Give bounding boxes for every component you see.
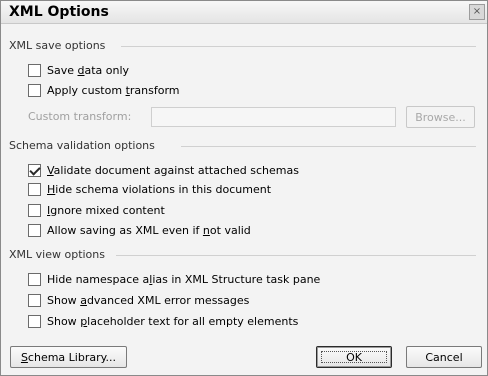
custom-transform-label: Custom transform: xyxy=(28,110,132,123)
checkbox-box[interactable] xyxy=(28,223,41,237)
validate-document-checkbox[interactable]: Validate document against attached schem… xyxy=(28,162,299,178)
view-options-header: XML view options xyxy=(9,248,111,262)
button-label: Schema Library... xyxy=(20,350,117,364)
checkbox-label: Show placeholder text for all empty elem… xyxy=(47,314,299,328)
dialog-title: XML Options xyxy=(9,4,109,20)
checkbox-box[interactable] xyxy=(28,63,41,77)
allow-saving-invalid-checkbox[interactable]: Allow saving as XML even if not valid xyxy=(28,222,251,238)
hide-schema-violations-checkbox[interactable]: Hide schema violations in this document xyxy=(28,181,271,197)
checkbox-box[interactable] xyxy=(28,83,41,97)
section-divider xyxy=(121,46,476,47)
ok-button[interactable]: OK xyxy=(316,346,392,368)
section-divider xyxy=(116,255,476,256)
schema-library-button[interactable]: Schema Library... xyxy=(10,346,127,368)
cancel-button[interactable]: Cancel xyxy=(406,346,482,368)
focus-rect xyxy=(321,351,387,363)
checkbox-label: Show advanced XML error messages xyxy=(47,293,250,307)
custom-transform-input[interactable] xyxy=(151,107,396,127)
title-bar[interactable]: XML Options × xyxy=(1,1,487,24)
save-options-header: XML save options xyxy=(9,39,112,53)
checkbox-box[interactable] xyxy=(28,163,41,177)
save-data-only-checkbox[interactable]: Save data only xyxy=(28,62,129,78)
checkbox-box[interactable] xyxy=(28,203,41,217)
checkbox-label: Hide namespace alias in XML Structure ta… xyxy=(47,272,321,286)
checkbox-label: Validate document against attached schem… xyxy=(47,163,299,177)
checkbox-box[interactable] xyxy=(28,272,41,286)
browse-button[interactable]: Browse... xyxy=(406,106,475,128)
checkbox-label: Hide schema violations in this document xyxy=(47,182,272,196)
checkbox-box[interactable] xyxy=(28,182,41,196)
show-placeholder-text-checkbox[interactable]: Show placeholder text for all empty elem… xyxy=(28,313,298,329)
checkbox-label: Save data only xyxy=(47,63,130,77)
xml-options-dialog: XML Options × XML save options Save data… xyxy=(0,0,488,376)
apply-custom-transform-checkbox[interactable]: Apply custom transform xyxy=(28,82,180,98)
checkbox-label: Ignore mixed content xyxy=(47,203,165,217)
close-icon[interactable]: × xyxy=(469,4,485,20)
checkbox-box[interactable] xyxy=(28,293,41,307)
checkbox-box[interactable] xyxy=(28,314,41,328)
schema-options-header: Schema validation options xyxy=(9,139,161,153)
button-label: Cancel xyxy=(425,350,463,364)
hide-namespace-alias-checkbox[interactable]: Hide namespace alias in XML Structure ta… xyxy=(28,271,320,287)
show-advanced-errors-checkbox[interactable]: Show advanced XML error messages xyxy=(28,292,249,308)
checkbox-label: Allow saving as XML even if not valid xyxy=(47,223,251,237)
section-divider xyxy=(181,146,476,147)
checkbox-label: Apply custom transform xyxy=(47,83,180,97)
ignore-mixed-content-checkbox[interactable]: Ignore mixed content xyxy=(28,202,165,218)
